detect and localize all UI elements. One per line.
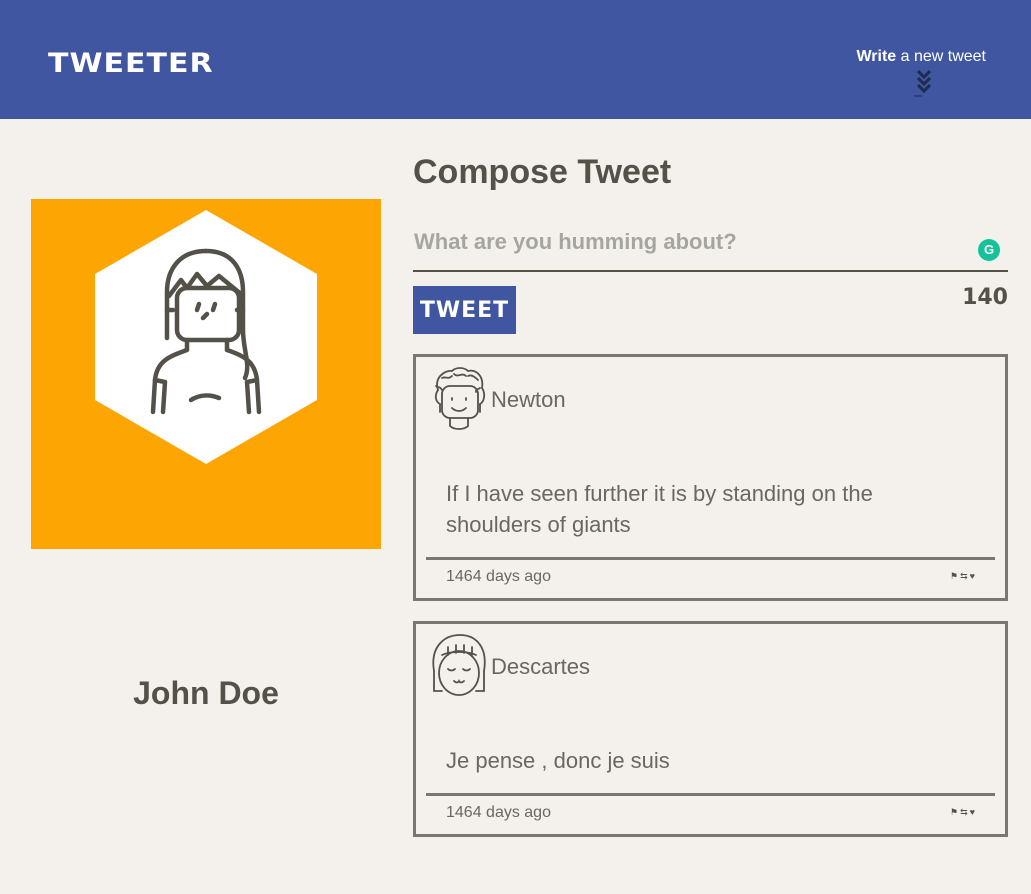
tweet-submit-button[interactable]: Tweet [413,286,516,334]
double-chevron-down-icon[interactable] [914,69,934,99]
tweet-actions: ⚑ ⇆ ♥ [950,807,975,818]
grammarly-icon[interactable]: G [978,239,1000,261]
flag-icon[interactable]: ⚑ [950,571,958,582]
write-strong: Write [856,48,897,65]
woman-avatar-icon [95,210,317,464]
top-nav: Tweeter Write a new tweet [0,0,1031,119]
newton-avatar-icon [434,367,486,430]
tweet-date: 1464 days ago [446,568,551,585]
retweet-icon[interactable]: ⇆ [960,807,968,818]
tweet-divider [426,557,995,560]
tweet-username: Newton [491,387,566,412]
brand-logo[interactable]: Tweeter [48,48,214,80]
profile-name: John Doe [133,675,279,711]
profile-card: John Doe [31,199,381,711]
write-rest: a new tweet [896,48,986,65]
heart-icon[interactable]: ♥ [970,571,975,582]
flag-icon[interactable]: ⚑ [950,807,958,818]
tweet-content: If I have seen further it is by standing… [446,481,873,537]
compose-title: Compose Tweet [413,153,672,191]
retweet-icon[interactable]: ⇆ [960,571,968,582]
write-tweet-toggle[interactable]: Write a new tweet [856,48,986,97]
tweet-username: Descartes [491,654,591,679]
tweet-textarea[interactable] [413,224,1008,272]
char-counter: 140 [962,285,1008,310]
tweet-card: Newton If I have seen further it is by s… [413,354,1008,601]
tweet-divider [426,793,995,796]
heart-icon[interactable]: ♥ [970,807,975,818]
tweet-card: Descartes Je pense , donc je suis 1464 d… [413,621,1008,837]
tweet-content: Je pense , donc je suis [446,748,670,773]
descartes-avatar-icon [432,634,486,696]
tweet-actions: ⚑ ⇆ ♥ [950,571,975,582]
tweet-date: 1464 days ago [446,804,551,821]
